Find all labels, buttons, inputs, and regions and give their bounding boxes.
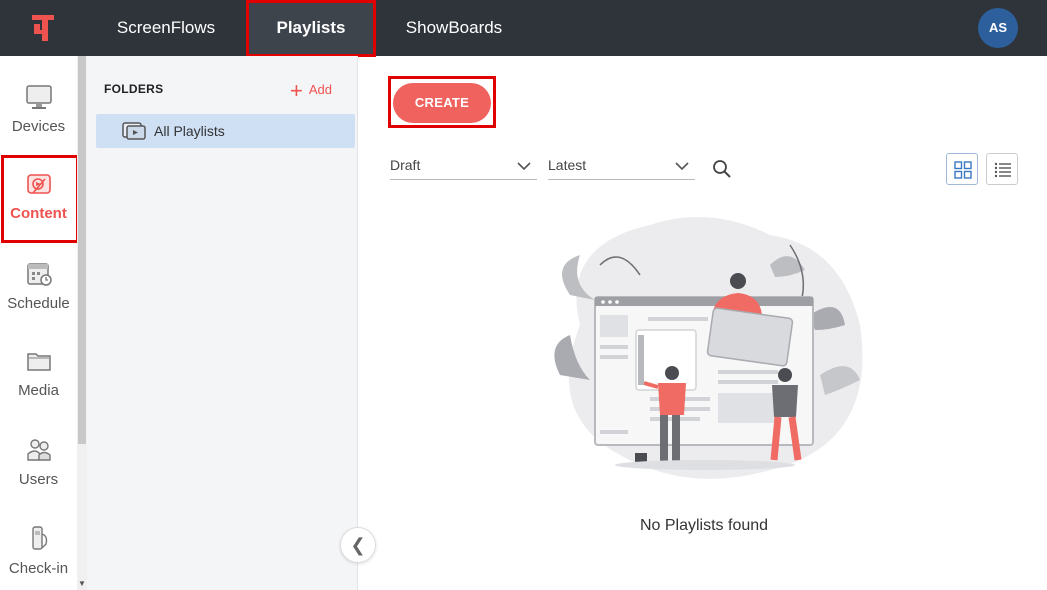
tab-showboards[interactable]: ShowBoards [392, 0, 516, 56]
add-folder-label: Add [308, 82, 332, 97]
folder-item-all-playlists[interactable]: All Playlists [96, 114, 355, 148]
users-icon [26, 439, 51, 461]
rail-item-check-in[interactable]: Check-in [0, 524, 77, 590]
user-avatar[interactable]: AS [978, 8, 1018, 48]
app-logo-icon[interactable] [26, 12, 60, 44]
rail-item-content[interactable]: Content [0, 169, 77, 249]
rail-item-label: Users [18, 471, 59, 488]
add-folder-button[interactable]: + Add [290, 78, 332, 104]
folder-icon [26, 353, 51, 371]
scroll-down-icon[interactable]: ▼ [78, 580, 86, 588]
calendar-icon [26, 263, 52, 286]
rail-item-label: Devices [11, 118, 66, 135]
rail-scrollbar[interactable]: ▼ [77, 56, 87, 590]
tab-playlists[interactable]: Playlists [248, 0, 374, 56]
checkin-icon [31, 526, 47, 550]
search-icon[interactable] [712, 159, 732, 179]
rail-item-label: Media [18, 382, 59, 399]
folders-heading: FOLDERS [104, 82, 164, 96]
rail-item-label: Check-in [8, 560, 69, 577]
sort-filter-value: Latest [548, 157, 587, 173]
chevron-down-icon [517, 162, 531, 171]
grid-view-button[interactable] [946, 153, 978, 185]
create-playlist-button[interactable]: CREATE [393, 83, 491, 123]
collapse-panel-button[interactable]: ❮ [340, 527, 376, 563]
rail-item-media[interactable]: Media [0, 346, 77, 426]
top-navigation-bar: ScreenFlows Playlists ShowBoards AS [0, 0, 1047, 56]
list-icon [994, 162, 1011, 178]
status-filter-select[interactable]: Draft [390, 157, 537, 180]
plus-icon: + [290, 78, 303, 103]
icon-rail: Devices Content Schedule Media Users Che… [0, 56, 77, 590]
list-view-button[interactable] [986, 153, 1018, 185]
empty-state-message: No Playlists found [639, 517, 769, 534]
folders-panel: FOLDERS + Add All Playlists [87, 56, 358, 590]
sort-filter-select[interactable]: Latest [548, 157, 695, 180]
playlist-icon [122, 122, 146, 140]
grid-icon [954, 161, 972, 179]
chevron-down-icon [675, 162, 689, 171]
rail-item-label: Content [10, 205, 67, 222]
scrollbar-thumb[interactable] [78, 56, 86, 444]
monitor-icon [25, 85, 52, 109]
chevron-left-icon: ❮ [350, 535, 366, 555]
status-filter-value: Draft [390, 157, 421, 173]
tab-screenflows[interactable]: ScreenFlows [104, 0, 228, 56]
content-icon [26, 174, 51, 194]
folder-label: All Playlists [154, 123, 225, 139]
rail-item-users[interactable]: Users [0, 435, 77, 515]
rail-item-devices[interactable]: Devices [0, 82, 77, 162]
rail-item-label: Schedule [7, 295, 70, 312]
rail-item-schedule[interactable]: Schedule [0, 259, 77, 339]
empty-state-illustration [554, 217, 863, 479]
